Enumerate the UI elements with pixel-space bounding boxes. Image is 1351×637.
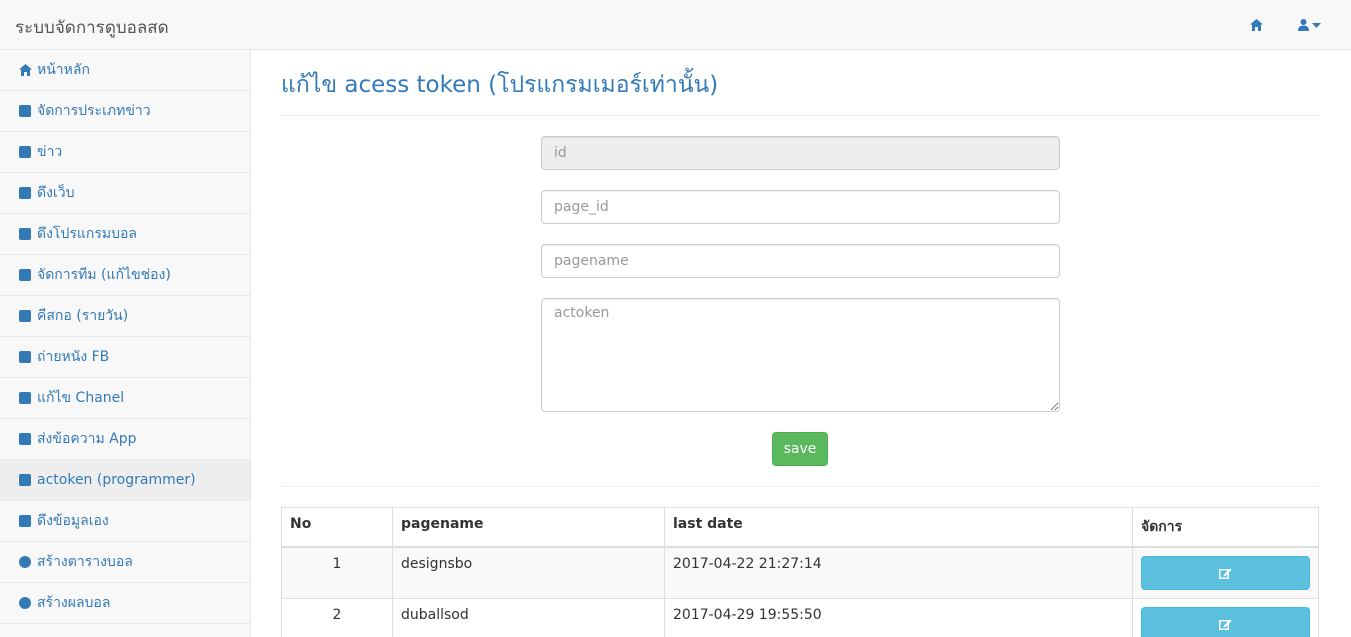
column-header-last-date: last date [664, 507, 1133, 548]
user-icon [1297, 19, 1309, 31]
top-navbar: ระบบจัดการดูบอลสด [0, 0, 1351, 50]
circle-icon [18, 555, 32, 569]
square-icon [18, 227, 32, 241]
token-table: No pagename last date จัดการ 1 designsbo… [281, 507, 1319, 637]
table-header-row: No pagename last date จัดการ [281, 507, 1319, 548]
sidebar-item-label: ส่งข้อความ App [37, 431, 137, 447]
sidebar-item-fetch-program[interactable]: ดึงโปรแกรมบอล [0, 214, 250, 255]
sidebar-item-news-categories[interactable]: จัดการประเภทข่าว [0, 91, 250, 132]
circle-icon [18, 596, 32, 610]
app-brand[interactable]: ระบบจัดการดูบอลสด [15, 14, 169, 41]
sidebar-item-label: ถ่ายหนัง FB [37, 349, 110, 365]
sidebar-item-label: ดึงโปรแกรมบอล [37, 226, 137, 242]
page-id-field[interactable] [541, 190, 1060, 224]
user-menu-toggle[interactable] [1292, 14, 1326, 36]
actoken-field[interactable] [541, 298, 1060, 412]
sidebar-item-fetch-web[interactable]: ดึงเว็บ [0, 173, 250, 214]
sidebar-item-home[interactable]: หน้าหลัก [0, 50, 250, 91]
column-header-pagename: pagename [392, 507, 665, 548]
square-icon [18, 309, 32, 323]
sidebar-item-label: จัดการประเภทข่าว [37, 103, 151, 119]
row-number: 1 [281, 546, 393, 599]
home-icon[interactable] [1245, 14, 1267, 36]
caret-down-icon [1311, 22, 1321, 28]
square-icon [18, 432, 32, 446]
table-row: 2 duballsod 2017-04-29 19:55:50 [281, 598, 1319, 637]
square-icon [18, 350, 32, 364]
sidebar-item-actoken[interactable]: actoken (programmer) [0, 460, 250, 501]
square-icon [18, 104, 32, 118]
sidebar-item-app-message[interactable]: ส่งข้อความ App [0, 419, 250, 460]
square-icon [18, 514, 32, 528]
row-actions [1132, 598, 1319, 637]
sidebar-item-label: ข่าว [37, 144, 63, 160]
page-header: แก้ไข acess token (โปรแกรมเมอร์เท่านั้น) [281, 50, 1319, 116]
divider [281, 486, 1319, 487]
row-actions [1132, 546, 1319, 599]
square-icon [18, 473, 32, 487]
edit-button[interactable] [1141, 556, 1310, 590]
row-pagename: duballsod [392, 598, 665, 637]
row-pagename: designsbo [392, 546, 665, 599]
sidebar-item-daily-score[interactable]: คีสกอ (รายวัน) [0, 296, 250, 337]
sidebar-item-news[interactable]: ข่าว [0, 132, 250, 173]
edit-button[interactable] [1141, 607, 1310, 637]
row-number: 2 [281, 598, 393, 637]
home-icon [18, 63, 32, 77]
sidebar-item-edit-channel[interactable]: แก้ไข Chanel [0, 378, 250, 419]
sidebar-item-label: คีสกอ (รายวัน) [37, 308, 129, 324]
sidebar-item-label: แก้ไข Chanel [37, 390, 125, 406]
main-content: แก้ไข acess token (โปรแกรมเมอร์เท่านั้น)… [281, 50, 1319, 637]
sidebar-item-create-results[interactable]: สร้างผลบอล [0, 583, 250, 624]
square-icon [18, 145, 32, 159]
table-row: 1 designsbo 2017-04-22 21:27:14 [281, 546, 1319, 599]
square-icon [18, 186, 32, 200]
column-header-manage: จัดการ [1132, 507, 1319, 548]
sidebar-item-label: จัดการทีม (แก้ไขช่อง) [37, 267, 171, 283]
sidebar-item-manage-teams[interactable]: จัดการทีม (แก้ไขช่อง) [0, 255, 250, 296]
sidebar-item-label: สร้างผลบอล [37, 595, 111, 611]
token-form [541, 136, 1060, 412]
pagename-field[interactable] [541, 244, 1060, 278]
sidebar-item-label: หน้าหลัก [37, 62, 90, 78]
sidebar-item-label: สร้างตารางบอล [37, 554, 133, 570]
sidebar-item-label: actoken (programmer) [37, 472, 196, 488]
id-field [541, 136, 1060, 170]
sidebar: หน้าหลัก จัดการประเภทข่าว ข่าว ดึงเว็บ ด… [0, 50, 251, 637]
sidebar-item-label: ดึงข้อมูลเอง [37, 513, 109, 529]
row-last-date: 2017-04-29 19:55:50 [664, 598, 1133, 637]
sidebar-item-create-schedule[interactable]: สร้างตารางบอล [0, 542, 250, 583]
column-header-no: No [281, 507, 393, 548]
save-button[interactable]: save [772, 432, 828, 466]
row-last-date: 2017-04-22 21:27:14 [664, 546, 1133, 599]
sidebar-item-fetch-data[interactable]: ดึงข้อมูลเอง [0, 501, 250, 542]
square-icon [18, 391, 32, 405]
page-title: แก้ไข acess token (โปรแกรมเมอร์เท่านั้น) [281, 72, 719, 98]
sidebar-item-fb-stream[interactable]: ถ่ายหนัง FB [0, 337, 250, 378]
edit-icon [1219, 619, 1232, 630]
edit-icon [1219, 568, 1232, 579]
square-icon [18, 268, 32, 282]
sidebar-item-label: ดึงเว็บ [37, 185, 75, 201]
